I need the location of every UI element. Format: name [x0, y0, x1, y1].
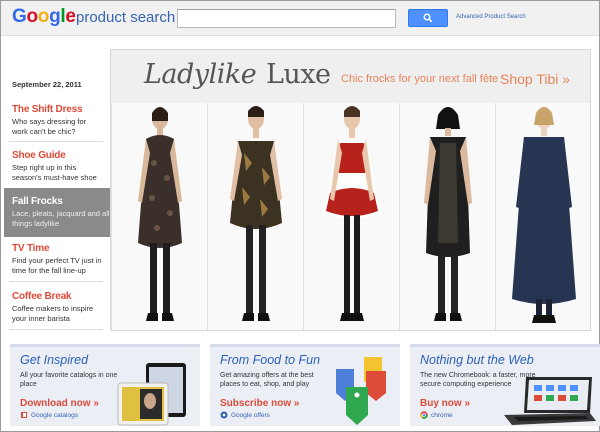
search-icon	[423, 13, 433, 23]
buy-now-link[interactable]: Buy now »	[420, 398, 470, 409]
advanced-search-link[interactable]: Advanced Product Search	[456, 14, 526, 20]
sidebar-item-desc: Coffee makers to inspire your inner bari…	[12, 304, 94, 323]
model-figure	[512, 107, 576, 323]
model-image[interactable]	[303, 103, 399, 330]
hero-title: Luxe	[266, 59, 331, 90]
download-now-link[interactable]: Download now »	[20, 398, 99, 409]
divider	[9, 281, 103, 282]
header: Google product search Advanced Product S…	[1, 1, 599, 36]
sidebar-item-coffee-break[interactable]: Coffee Break Coffee makers to inspire yo…	[4, 283, 104, 332]
search-button[interactable]	[408, 9, 448, 27]
sidebar-item-shift-dress[interactable]: The Shift Dress Who says dressing for wo…	[4, 96, 104, 145]
model-image[interactable]	[111, 103, 207, 330]
sidebar-item-title: The Shift Dress	[12, 104, 83, 115]
promo-desc: All your favorite catalogs in one place	[20, 372, 118, 388]
offers-tags-image	[336, 357, 386, 425]
hero-banner[interactable]: Ladylike Luxe Chic frocks for your next …	[110, 49, 591, 331]
divider	[9, 329, 103, 330]
promo-title: Get Inspired	[20, 353, 89, 367]
promo-food-to-fun[interactable]: From Food to Fun Get amazing offers at t…	[210, 344, 400, 426]
logo-letter: o	[37, 6, 50, 27]
sidebar-item-desc: Lace, pleats, jacquard and all things la…	[12, 209, 110, 228]
model-image[interactable]	[495, 103, 590, 330]
google-offers-icon	[220, 411, 228, 419]
promo-title: From Food to Fun	[220, 353, 321, 367]
logo-letter: o	[26, 6, 38, 27]
hero-title-italic: Ladylike	[144, 59, 257, 90]
sidebar-item-title: Coffee Break	[12, 291, 72, 302]
google-logo[interactable]: Google	[12, 6, 76, 28]
promo-brand: Google catalogs	[20, 411, 78, 419]
sidebar-item-desc: Step right up in this season's must-have…	[12, 163, 97, 182]
logo-letter: g	[49, 6, 61, 27]
sidebar-item-title: Shoe Guide	[12, 150, 66, 161]
sidebar-item-shoe-guide[interactable]: Shoe Guide Step right up in this season'…	[4, 142, 104, 191]
chromebook-image	[504, 377, 596, 425]
sidebar-item-tv-time[interactable]: TV Time Find your perfect TV just in tim…	[4, 235, 104, 284]
model-figure	[424, 107, 472, 321]
brand-label: Google offers	[231, 411, 270, 419]
sidebar-item-fall-frocks[interactable]: Fall Frocks Lace, pleats, jacquard and a…	[4, 188, 133, 237]
model-figure	[230, 106, 282, 321]
date-label: September 22, 2011	[12, 80, 82, 89]
sidebar-item-title: TV Time	[12, 243, 50, 254]
promo-nothing-but-the-web[interactable]: Nothing but the Web The new Chromebook: …	[410, 344, 600, 426]
sidebar-item-desc: Find your perfect TV just in time for th…	[12, 256, 102, 275]
promo-desc: Get amazing offers at the best places to…	[220, 372, 314, 388]
chrome-icon	[420, 411, 428, 419]
model-figure	[324, 106, 380, 321]
product-search-label: product search	[76, 9, 176, 26]
model-image[interactable]	[399, 103, 495, 330]
logo-letter: G	[12, 6, 27, 27]
page: Google product search Advanced Product S…	[0, 0, 600, 432]
brand-label: chrome	[431, 411, 453, 419]
promo-brand: chrome	[420, 411, 453, 419]
brand-label: Google catalogs	[31, 411, 78, 419]
model-figure	[138, 107, 182, 321]
shop-tibi-link[interactable]: Shop Tibi »	[500, 71, 570, 87]
promo-brand: Google offers	[220, 411, 270, 419]
google-catalogs-icon	[21, 412, 27, 418]
logo-letter: e	[65, 6, 76, 27]
sidebar-item-desc: Who says dressing for work can't be chic…	[12, 117, 87, 136]
subscribe-now-link[interactable]: Subscribe now »	[220, 398, 299, 409]
model-image[interactable]	[207, 103, 303, 330]
promo-get-inspired[interactable]: Get Inspired All your favorite catalogs …	[10, 344, 200, 426]
hero-tagline: Chic frocks for your next fall fête	[341, 73, 499, 85]
tablet-catalog-image	[117, 363, 186, 426]
hero-header: Ladylike Luxe Chic frocks for your next …	[111, 50, 590, 103]
promo-title: Nothing but the Web	[420, 353, 534, 367]
search-input[interactable]	[177, 9, 396, 28]
sidebar-item-title: Fall Frocks	[12, 196, 63, 207]
